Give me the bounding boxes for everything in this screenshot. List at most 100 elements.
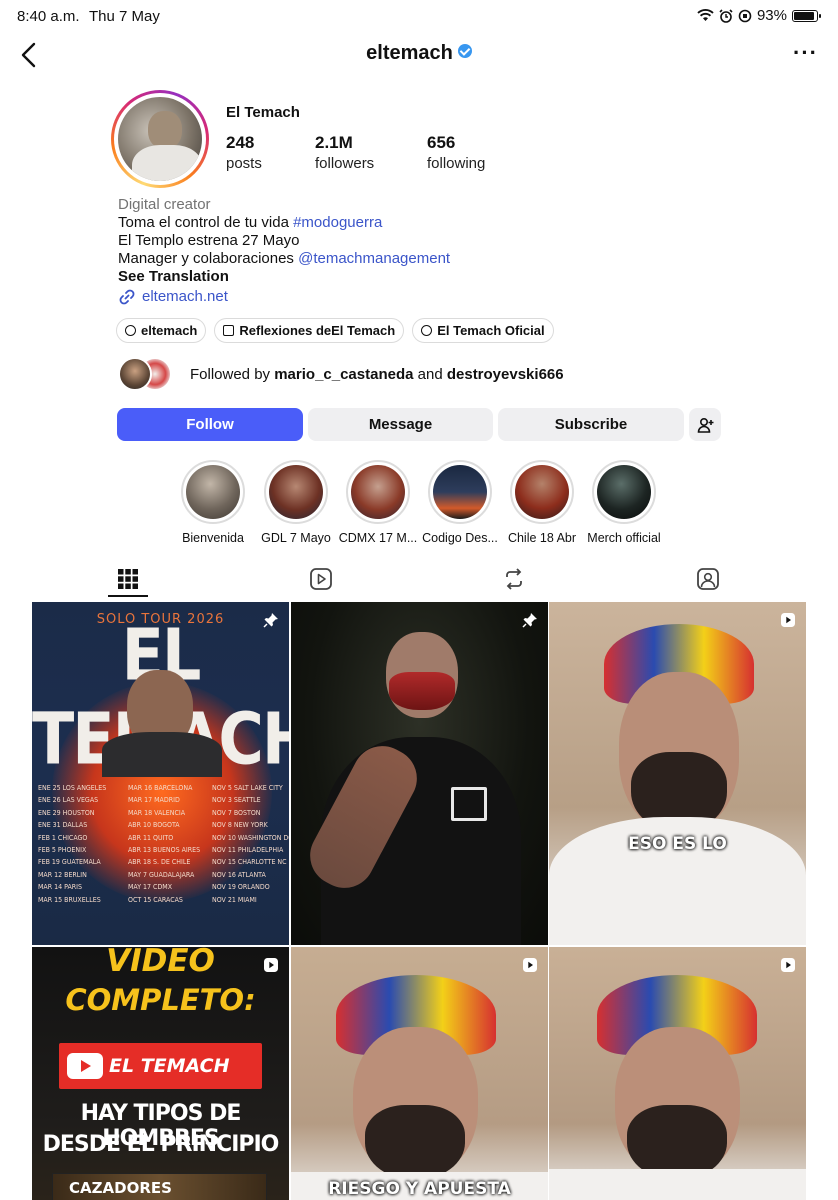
subscribe-button[interactable]: Subscribe [498, 408, 684, 441]
more-options-icon[interactable]: ··· [793, 42, 818, 64]
profile-tabs [0, 562, 838, 598]
followed-by[interactable]: Followed by mario_c_castaneda and destro… [118, 357, 564, 391]
highlight-item[interactable]: Bienvenida [168, 460, 258, 545]
mention-link[interactable]: @temachmanagement [298, 250, 450, 267]
post-tile[interactable] [549, 947, 806, 1200]
bio: Digital creator Toma el control de tu vi… [118, 196, 450, 306]
channel-icon [223, 325, 235, 336]
add-user-icon [697, 417, 713, 433]
wifi-icon [697, 9, 714, 21]
profile-username-header: eltemach [0, 42, 838, 65]
stat-following[interactable]: 656 following [427, 133, 485, 172]
highlight-cover [186, 465, 240, 519]
stat-following-label: following [427, 155, 486, 172]
full-name: El Temach [226, 104, 300, 121]
bio-text: Toma el control de tu vida [118, 214, 294, 231]
reel-icon [781, 613, 795, 627]
followed-user-1: mario_c_castaneda [274, 365, 414, 383]
bio-text: Manager y colaboraciones [118, 250, 299, 267]
chip-threads[interactable]: eltemach [116, 318, 207, 343]
followed-by-prefix: Followed by [190, 365, 275, 383]
tour-date: NOV 15 CHARLOTTE NC [212, 858, 287, 867]
highlight-item[interactable]: CDMX 17 M... [333, 460, 423, 545]
video-promo-line: CAZADORES [69, 1179, 172, 1197]
tour-date: NOV 10 WASHINGTON DC [212, 833, 289, 842]
stat-followers[interactable]: 2.1M followers [315, 133, 374, 172]
tour-date: MAR 18 VALENCIA [128, 808, 186, 817]
link-text: eltemach.net [142, 288, 228, 305]
facebook-icon [421, 325, 433, 336]
post-tile[interactable]: SOLO TOUR 2026 EL TEMACH ENE 25 LOS ANGE… [32, 602, 289, 945]
poster-body [102, 732, 222, 777]
tour-date: ENE 25 LOS ANGELES [38, 784, 107, 792]
tour-dates-column: MAR 16 BARCELONA MAR 17 MADRID MAR 18 VALE… [128, 782, 208, 906]
tour-date: MAY 7 GUADALAJARA [128, 870, 195, 879]
tour-date: ABR 18 S. DE CHILE [128, 858, 191, 867]
post-tile[interactable]: ESO ES LO [549, 602, 806, 945]
active-tab-indicator [108, 595, 148, 597]
followed-by-joiner: and [413, 365, 447, 383]
highlight-cover [515, 465, 569, 519]
tour-date: ENE 26 LAS VEGAS [38, 796, 99, 805]
category: Digital creator [118, 196, 211, 213]
tour-date: ABR 10 BOGOTA [128, 821, 180, 830]
reposts-icon[interactable] [501, 566, 527, 592]
chip-label: El Temach Oficial [437, 323, 545, 338]
highlight-label: GDL 7 Mayo [261, 531, 331, 545]
highlight-item[interactable]: Chile 18 Abr [497, 460, 587, 545]
reel-icon [781, 958, 795, 972]
tour-date: ABR 11 QUITO [128, 833, 174, 842]
follow-button[interactable]: Follow [117, 408, 303, 441]
highlight-item[interactable]: GDL 7 Mayo [251, 460, 341, 545]
reels-icon[interactable] [308, 566, 334, 592]
profile-chips: eltemach Reflexiones deEl Temach El Tema… [116, 318, 554, 343]
post-tile[interactable]: VIDEO COMPLETO: EL TEMACH HAY TIPOS DE H… [32, 947, 289, 1200]
reel-icon [264, 958, 278, 972]
tour-date: NOV 19 ORLANDO [212, 883, 270, 892]
hashtag-link[interactable]: #modoguerra [293, 214, 382, 231]
chip-label: eltemach [141, 323, 198, 338]
stat-posts-label: posts [226, 155, 262, 172]
tour-date: MAY 17 CDMX [128, 883, 173, 892]
tour-date: FEB 1 CHICAGO [38, 833, 88, 842]
avatar [118, 97, 202, 181]
message-button[interactable]: Message [308, 408, 493, 441]
stat-posts[interactable]: 248 posts [226, 133, 262, 172]
video-caption: RIESGO Y APUESTA [328, 1179, 511, 1199]
pinned-icon [263, 613, 278, 628]
suggested-users-button[interactable] [689, 408, 721, 441]
followed-user-2: destroyevski666 [446, 365, 564, 383]
post-tile[interactable]: RIESGO Y APUESTA [291, 947, 548, 1200]
post-tile[interactable] [291, 602, 548, 945]
highlight-cover [597, 465, 651, 519]
tagged-icon[interactable] [695, 566, 721, 592]
tour-date: ENE 31 DALLAS [38, 821, 88, 830]
status-bar: 8:40 a.m. Thu 7 May 93% [0, 0, 838, 32]
status-icons: 93% [697, 7, 821, 24]
orientation-lock-icon [738, 9, 752, 22]
username: eltemach [366, 42, 453, 64]
chip-channel[interactable]: Reflexiones deEl Temach [214, 318, 405, 343]
highlight-item[interactable]: Merch official [579, 460, 669, 545]
status-date: Thu 7 May [89, 8, 160, 25]
highlight-cover [351, 465, 405, 519]
video-beard [365, 1105, 465, 1180]
see-translation-button[interactable]: See Translation [118, 268, 450, 286]
grid-icon[interactable] [115, 566, 141, 592]
avatar-story-ring[interactable] [111, 90, 209, 188]
battery-fill [794, 11, 815, 20]
bio-line: El Templo estrena 27 Mayo [118, 232, 300, 249]
highlight-item[interactable]: Codigo Des... [415, 460, 505, 545]
tour-date: MAR 14 PARIS [38, 883, 83, 892]
pinned-icon [522, 613, 537, 628]
stat-followers-number: 2.1M [315, 133, 353, 152]
chip-facebook[interactable]: El Temach Oficial [412, 318, 554, 343]
tour-date: MAR 15 BRUXELLES [38, 895, 101, 904]
photo-shirt-logo [451, 787, 487, 821]
tour-date: OCT 15 CARACAS [128, 895, 183, 904]
external-link[interactable]: eltemach.net [118, 288, 450, 306]
highlight-label: CDMX 17 M... [338, 531, 418, 545]
tour-date: NOV 16 ATLANTA [212, 870, 266, 879]
youtube-icon [67, 1053, 103, 1079]
bio-line: Manager y colaboraciones @temachmanageme… [118, 250, 450, 268]
